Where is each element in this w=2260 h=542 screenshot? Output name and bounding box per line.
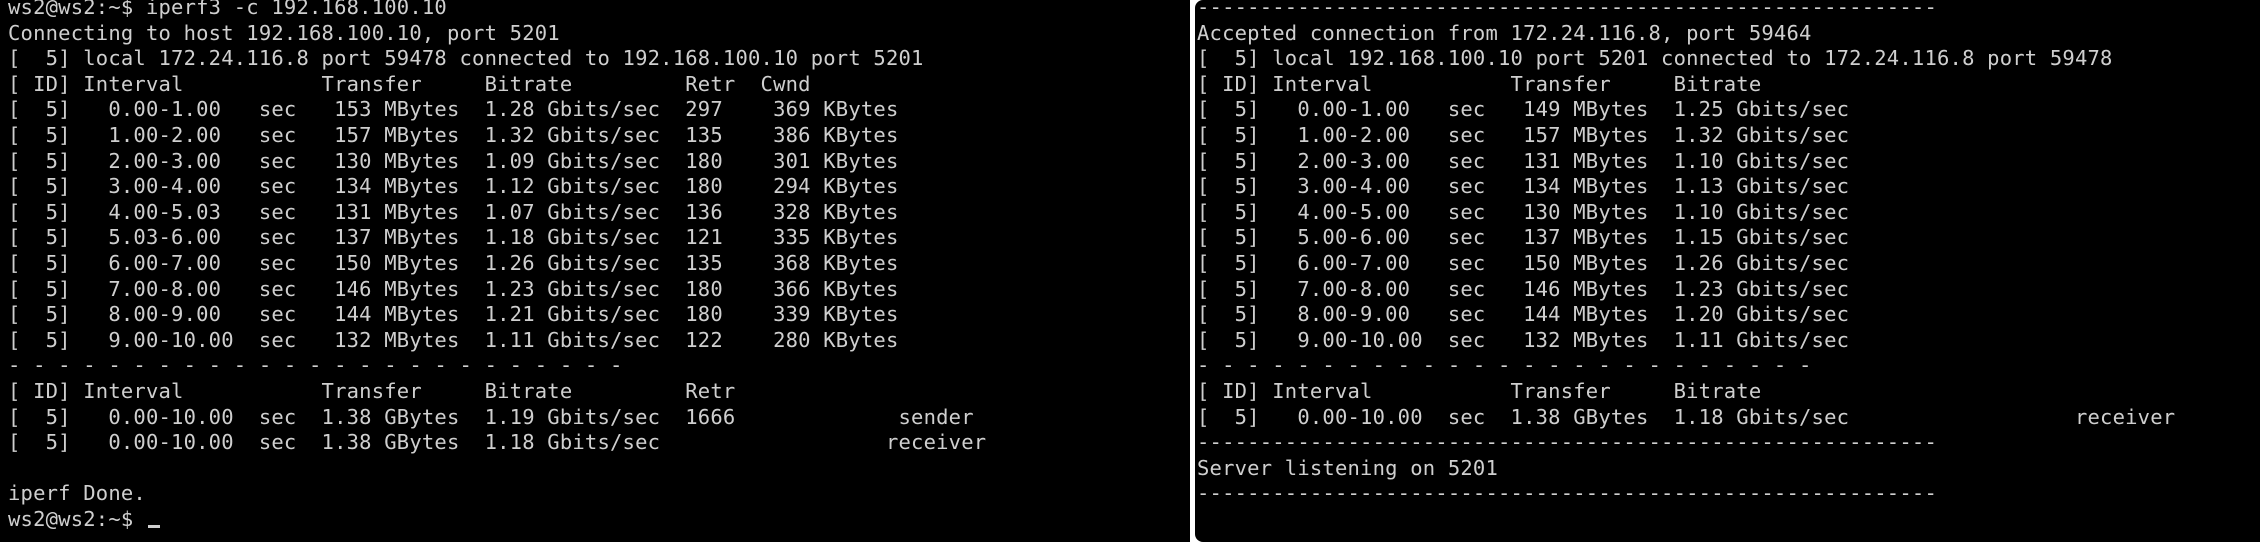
terminal-line: [ 5] 7.00-8.00 sec 146 MBytes 1.23 Gbits…	[1197, 276, 1850, 301]
terminal-line: Accepted connection from 172.24.116.8, p…	[1197, 20, 1812, 45]
terminal-line: [ ID] Interval Transfer Bitrate Retr Cwn…	[8, 71, 811, 96]
shell-prompt-line[interactable]: ws2@ws2:~$	[8, 507, 1190, 533]
terminal-line: [ 5] 2.00-3.00 sec 130 MBytes 1.09 Gbits…	[8, 148, 899, 173]
terminal-line: [ 5] 8.00-9.00 sec 144 MBytes 1.21 Gbits…	[8, 302, 899, 327]
terminal-line: [ 5] 0.00-10.00 sec 1.38 GBytes 1.18 Gbi…	[1197, 404, 2176, 429]
terminal-line: [ 5] 3.00-4.00 sec 134 MBytes 1.13 Gbits…	[1197, 174, 1850, 199]
client-terminal[interactable]: ws2@ws2:~$ iperf3 -c 192.168.100.10 Conn…	[0, 0, 1190, 542]
terminal-line: [ 5] 0.00-1.00 sec 149 MBytes 1.25 Gbits…	[1197, 97, 1850, 122]
text-cursor	[147, 524, 160, 528]
terminal-line: [ 5] 0.00-10.00 sec 1.38 GBytes 1.18 Gbi…	[8, 430, 987, 455]
terminal-line: Connecting to host 192.168.100.10, port …	[8, 20, 560, 45]
terminal-line: Server listening on 5201	[1197, 455, 1499, 480]
terminal-line: [ 5] 7.00-8.00 sec 146 MBytes 1.23 Gbits…	[8, 276, 899, 301]
terminal-line: [ 5] 6.00-7.00 sec 150 MBytes 1.26 Gbits…	[1197, 250, 1850, 275]
terminal-line: [ 5] 9.00-10.00 sec 132 MBytes 1.11 Gbit…	[1197, 327, 1850, 352]
terminal-line: [ 5] local 172.24.116.8 port 59478 conne…	[8, 46, 924, 71]
terminal-line: - - - - - - - - - - - - - - - - - - - - …	[1197, 353, 1812, 378]
terminal-line: iperf Done.	[8, 481, 146, 506]
terminal-line: [ 5] 0.00-10.00 sec 1.38 GBytes 1.19 Gbi…	[8, 404, 974, 429]
terminal-line: [ 5] 5.03-6.00 sec 137 MBytes 1.18 Gbits…	[8, 225, 899, 250]
terminal-line: [ 5] 1.00-2.00 sec 157 MBytes 1.32 Gbits…	[8, 122, 899, 147]
shell-prompt: ws2@ws2:~$	[8, 506, 146, 531]
terminal-line: [ 5] 5.00-6.00 sec 137 MBytes 1.15 Gbits…	[1197, 225, 1850, 250]
terminal-line: [ 5] 3.00-4.00 sec 134 MBytes 1.12 Gbits…	[8, 174, 899, 199]
terminal-line: [ ID] Interval Transfer Bitrate	[1197, 378, 1762, 403]
terminal-line: ----------------------------------------…	[1197, 481, 1937, 506]
terminal-line: [ 5] local 192.168.100.10 port 5201 conn…	[1197, 46, 2113, 71]
terminal-line: ws2@ws2:~$ iperf3 -c 192.168.100.10	[8, 0, 447, 19]
terminal-line: [ 5] 0.00-1.00 sec 153 MBytes 1.28 Gbits…	[8, 97, 899, 122]
terminal-line: [ ID] Interval Transfer Bitrate Retr	[8, 378, 736, 403]
server-terminal[interactable]: ----------------------------------------…	[1195, 0, 2260, 542]
server-terminal-output: ----------------------------------------…	[1197, 0, 2260, 507]
terminal-line: [ 5] 9.00-10.00 sec 132 MBytes 1.11 Gbit…	[8, 327, 899, 352]
terminal-line: [ 5] 4.00-5.03 sec 131 MBytes 1.07 Gbits…	[8, 199, 899, 224]
terminal-line: [ 5] 2.00-3.00 sec 131 MBytes 1.10 Gbits…	[1197, 148, 1850, 173]
terminal-line: [ ID] Interval Transfer Bitrate	[1197, 71, 1762, 96]
terminal-line: [ 5] 6.00-7.00 sec 150 MBytes 1.26 Gbits…	[8, 250, 899, 275]
terminal-line: - - - - - - - - - - - - - - - - - - - - …	[8, 353, 623, 378]
terminal-line: [ 5] 4.00-5.00 sec 130 MBytes 1.10 Gbits…	[1197, 199, 1850, 224]
client-terminal-output: ws2@ws2:~$ iperf3 -c 192.168.100.10 Conn…	[8, 0, 1190, 532]
terminal-line: [ 5] 8.00-9.00 sec 144 MBytes 1.20 Gbits…	[1197, 302, 1850, 327]
terminal-line: [ 5] 1.00-2.00 sec 157 MBytes 1.32 Gbits…	[1197, 122, 1850, 147]
terminal-line: ----------------------------------------…	[1197, 430, 1937, 455]
terminal-line: ----------------------------------------…	[1197, 0, 1937, 19]
